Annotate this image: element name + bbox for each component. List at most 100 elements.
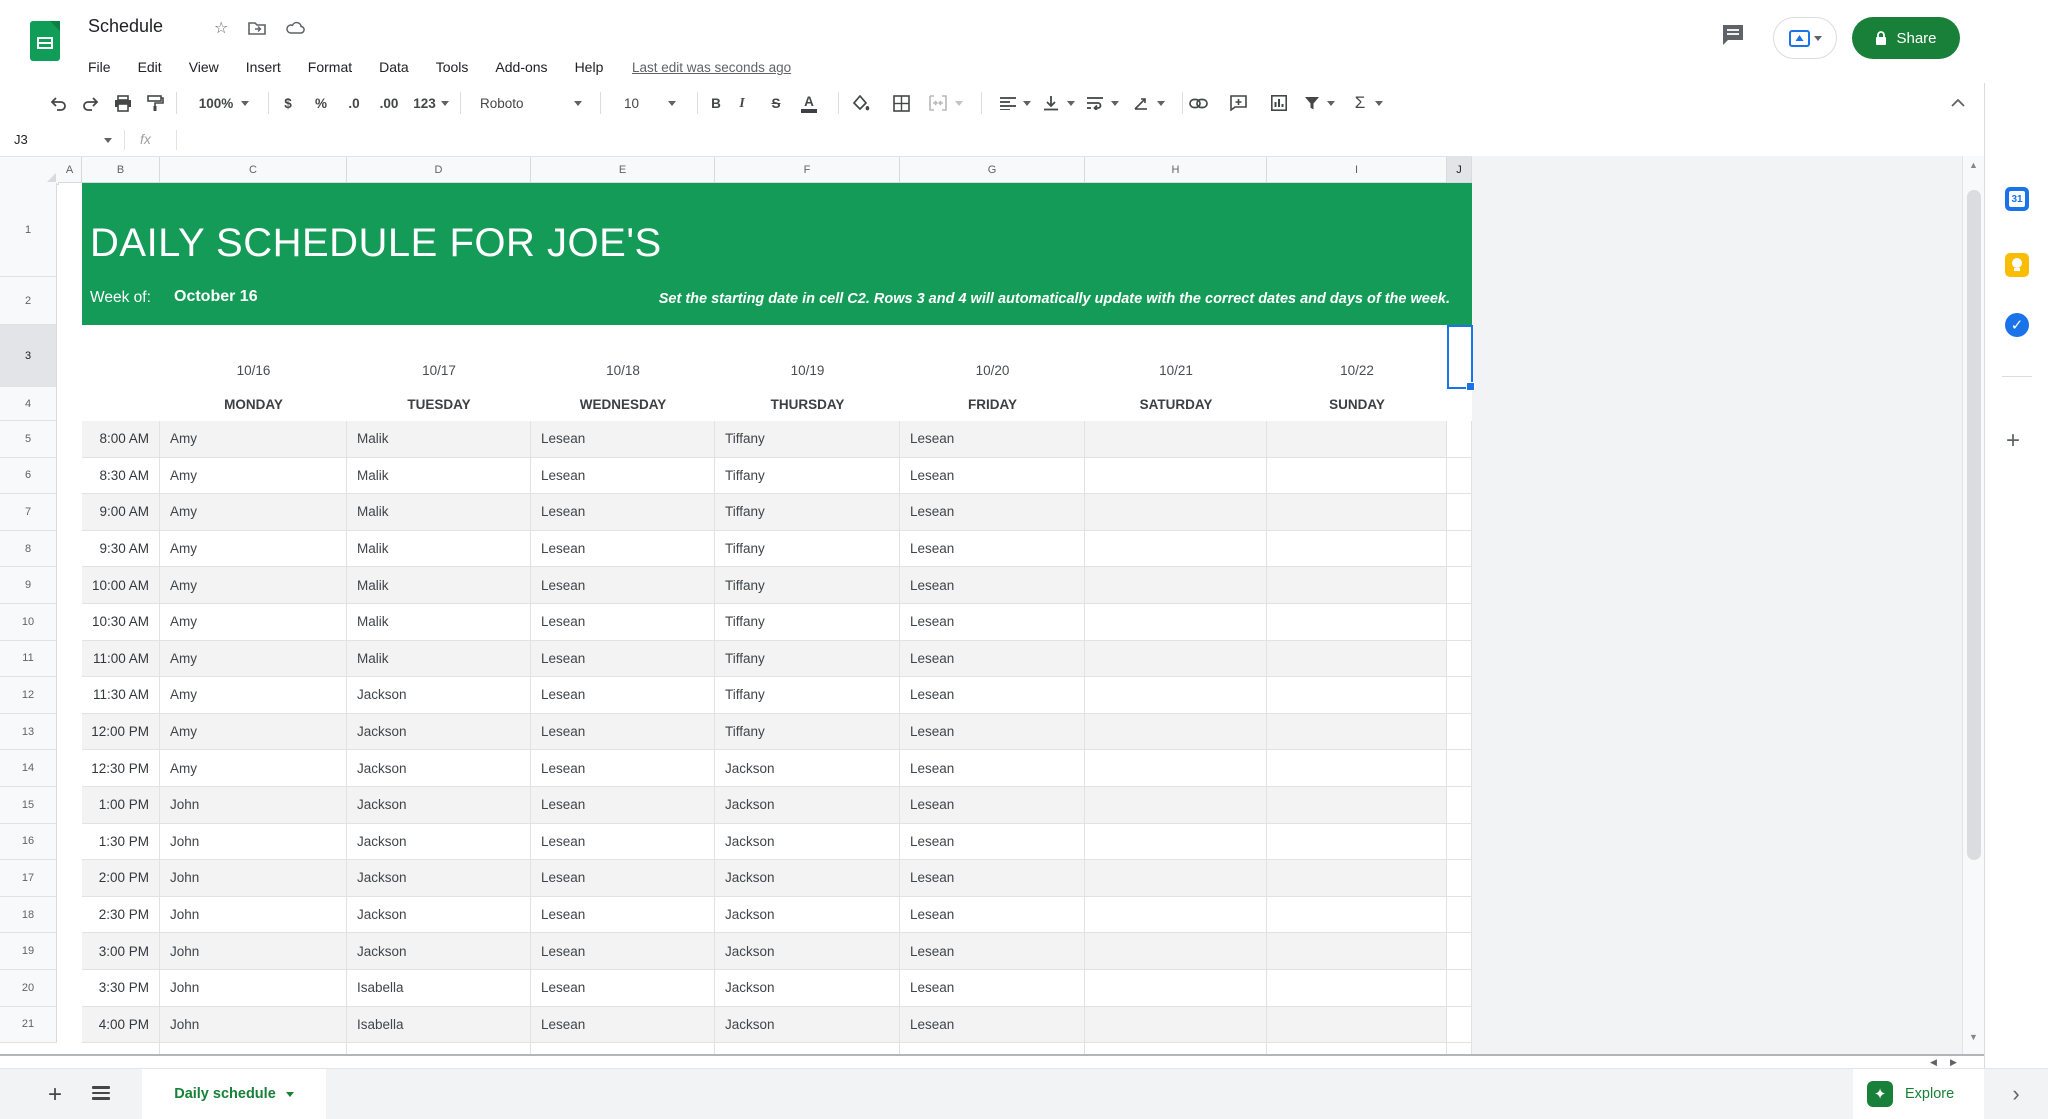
schedule-cell[interactable] <box>1447 1006 1472 1044</box>
schedule-cell[interactable]: Jackson <box>347 677 531 714</box>
schedule-cell[interactable] <box>1085 970 1267 1007</box>
schedule-cell[interactable]: Lesean <box>900 530 1085 568</box>
comment-history-icon[interactable] <box>1722 24 1745 46</box>
schedule-cell[interactable] <box>1447 933 1472 970</box>
schedule-cell[interactable]: Lesean <box>531 457 715 495</box>
schedule-cell[interactable] <box>1447 750 1472 787</box>
column-header-B[interactable]: B <box>82 157 160 183</box>
scroll-up-icon[interactable]: ▲ <box>1969 160 1978 170</box>
schedule-cell[interactable]: John <box>160 860 347 897</box>
vertical-align-icon[interactable] <box>1038 82 1064 124</box>
menu-data[interactable]: Data <box>379 59 409 75</box>
schedule-cell[interactable] <box>1447 494 1472 531</box>
schedule-cell[interactable]: Jackson <box>347 823 531 861</box>
filter-icon[interactable] <box>1300 82 1324 124</box>
column-header-J[interactable]: J <box>1447 157 1472 183</box>
menu-edit[interactable]: Edit <box>138 59 162 75</box>
font-size-select[interactable]: 10 <box>612 82 688 124</box>
row-header-21[interactable]: 21 <box>0 1006 57 1044</box>
schedule-cell[interactable]: John <box>160 787 347 824</box>
menu-view[interactable]: View <box>189 59 219 75</box>
schedule-cell[interactable]: Lesean <box>531 896 715 934</box>
schedule-cell[interactable]: Lesean <box>900 677 1085 714</box>
day-cell-empty[interactable] <box>82 387 160 421</box>
day-cell[interactable]: TUESDAY <box>347 387 531 421</box>
schedule-cell[interactable]: Amy <box>160 567 347 604</box>
row-header-20[interactable]: 20 <box>0 969 57 1007</box>
date-cell[interactable]: 10/19 <box>715 325 900 387</box>
formula-input[interactable] <box>190 124 1890 156</box>
schedule-cell[interactable] <box>1085 860 1267 897</box>
schedule-cell[interactable] <box>1267 823 1447 861</box>
row-header-3[interactable]: 3 <box>0 325 57 387</box>
schedule-cell[interactable] <box>1267 604 1447 641</box>
schedule-cell[interactable] <box>1447 823 1472 861</box>
column-header-F[interactable]: F <box>715 157 900 183</box>
last-edit-link[interactable]: Last edit was seconds ago <box>632 60 791 75</box>
time-cell[interactable]: 1:00 PM <box>82 787 160 824</box>
row-header-15[interactable]: 15 <box>0 786 57 824</box>
menu-file[interactable]: File <box>88 59 111 75</box>
schedule-cell[interactable] <box>1267 640 1447 678</box>
schedule-cell[interactable] <box>1267 750 1447 787</box>
time-cell[interactable]: 12:30 PM <box>82 750 160 787</box>
schedule-cell[interactable] <box>1267 530 1447 568</box>
schedule-cell[interactable]: Jackson <box>715 787 900 824</box>
menu-help[interactable]: Help <box>575 59 604 75</box>
schedule-cell[interactable]: Jackson <box>715 970 900 1007</box>
schedule-cell[interactable] <box>1267 421 1447 458</box>
day-cell[interactable]: MONDAY <box>160 387 347 421</box>
schedule-cell[interactable] <box>1267 677 1447 714</box>
format-percent-button[interactable]: % <box>309 82 333 124</box>
column-header-D[interactable]: D <box>347 157 531 183</box>
schedule-cell[interactable]: Malik <box>347 457 531 495</box>
schedule-cell[interactable]: Tiffany <box>715 421 900 458</box>
schedule-cell[interactable] <box>1447 860 1472 897</box>
schedule-cell[interactable]: John <box>160 1006 347 1044</box>
add-sheet-icon[interactable]: + <box>48 1081 62 1109</box>
schedule-cell[interactable]: Lesean <box>900 823 1085 861</box>
vertical-scrollbar[interactable]: ▲ ▼ <box>1962 156 1985 1056</box>
schedule-cell[interactable] <box>1447 604 1472 641</box>
schedule-cell[interactable] <box>1267 567 1447 604</box>
schedule-cell[interactable] <box>1085 933 1267 970</box>
schedule-cell[interactable]: Lesean <box>531 823 715 861</box>
row-header-12[interactable]: 12 <box>0 677 57 714</box>
row-header-7[interactable]: 7 <box>0 494 57 531</box>
all-sheets-icon[interactable] <box>92 1086 110 1102</box>
tab-daily-schedule[interactable]: Daily schedule <box>142 1069 326 1119</box>
schedule-cell[interactable] <box>1267 787 1447 824</box>
schedule-cell[interactable]: Malik <box>347 530 531 568</box>
date-cell[interactable]: 10/17 <box>347 325 531 387</box>
schedule-cell[interactable]: Lesean <box>531 530 715 568</box>
functions-button[interactable]: Σ <box>1348 82 1372 124</box>
menu-tools[interactable]: Tools <box>436 59 469 75</box>
week-start-date[interactable]: October 16 <box>174 288 258 306</box>
row-header-14[interactable]: 14 <box>0 750 57 787</box>
schedule-cell[interactable] <box>1267 457 1447 495</box>
scroll-down-icon[interactable]: ▼ <box>1969 1032 1978 1042</box>
text-wrap-caret[interactable] <box>1108 82 1122 124</box>
row-header-19[interactable]: 19 <box>0 933 57 970</box>
print-icon[interactable] <box>110 82 136 124</box>
menu-format[interactable]: Format <box>308 59 352 75</box>
schedule-cell[interactable]: Isabella <box>347 1006 531 1044</box>
time-cell[interactable]: 9:00 AM <box>82 494 160 531</box>
row-header-1[interactable]: 1 <box>0 183 57 277</box>
schedule-cell[interactable] <box>1085 530 1267 568</box>
schedule-cell[interactable] <box>1267 1006 1447 1044</box>
schedule-cell[interactable]: John <box>160 933 347 970</box>
paint-format-icon[interactable] <box>142 82 168 124</box>
day-cell[interactable]: SATURDAY <box>1085 387 1267 421</box>
row-header-2[interactable]: 2 <box>0 277 57 325</box>
time-cell[interactable]: 2:30 PM <box>82 896 160 934</box>
day-cell[interactable]: FRIDAY <box>900 387 1085 421</box>
schedule-cell[interactable] <box>1085 494 1267 531</box>
insert-comment-icon[interactable] <box>1225 82 1251 124</box>
date-cell[interactable]: 10/21 <box>1085 325 1267 387</box>
schedule-cell[interactable]: Lesean <box>900 896 1085 934</box>
day-cell[interactable] <box>1447 387 1472 421</box>
time-cell[interactable]: 11:30 AM <box>82 677 160 714</box>
schedule-cell[interactable] <box>1085 457 1267 495</box>
column-header-C[interactable]: C <box>160 157 347 183</box>
